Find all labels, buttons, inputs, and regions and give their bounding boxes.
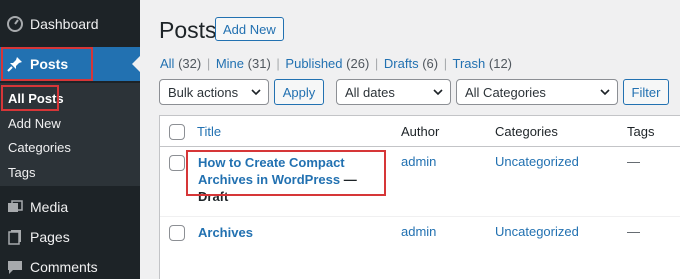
post-title-line: How to Create Compact (198, 155, 345, 170)
pages-icon (0, 229, 30, 245)
submenu-tags[interactable]: Tags (8, 165, 35, 180)
post-title-link[interactable]: How to Create Compact Archives in WordPr… (198, 154, 388, 205)
submenu-categories[interactable]: Categories (8, 140, 71, 155)
dashboard-icon (0, 16, 30, 32)
column-categories: Categories (495, 124, 558, 139)
submenu-all-posts[interactable]: All Posts (8, 91, 64, 106)
sidebar-item-label: Posts (30, 56, 69, 72)
author-link[interactable]: admin (401, 224, 436, 239)
sidebar-item-posts[interactable]: Posts (0, 47, 140, 81)
apply-button[interactable]: Apply (274, 79, 324, 105)
posts-table: Title Author Categories Tags How to Crea… (159, 115, 680, 279)
posts-submenu: All Posts Add New Categories Tags (0, 83, 140, 186)
row-checkbox[interactable] (169, 155, 185, 171)
tags-empty: — (627, 154, 640, 169)
sidebar-item-media[interactable]: Media (0, 190, 140, 224)
sidebar-item-comments[interactable]: Comments (0, 250, 140, 279)
category-link[interactable]: Uncategorized (495, 154, 579, 169)
separator: | (374, 56, 379, 71)
admin-sidebar: Dashboard Posts All Posts Add New Catego… (0, 0, 140, 279)
categories-value: All Categories (465, 84, 546, 100)
row-checkbox[interactable] (169, 225, 185, 241)
dates-select[interactable]: All dates (336, 79, 451, 105)
main-content: Posts Add New All (32) | Mine (31) | Pub… (140, 0, 680, 279)
media-icon (0, 199, 30, 215)
separator: | (443, 56, 448, 71)
chevron-down-icon (251, 89, 261, 96)
dates-value: All dates (345, 84, 395, 100)
post-title-link[interactable]: Archives (198, 224, 253, 241)
table-row-title: How to Create Compact Archives in WordPr… (198, 154, 388, 205)
column-tags: Tags (627, 124, 655, 139)
filter-all[interactable]: All (160, 56, 174, 71)
separator: | (206, 56, 211, 71)
filter-button[interactable]: Filter (623, 79, 669, 105)
sidebar-item-label: Pages (30, 229, 70, 245)
filter-trash[interactable]: Trash (453, 56, 486, 71)
filter-published[interactable]: Published (285, 56, 342, 71)
select-all-checkbox[interactable] (169, 124, 185, 140)
comment-bubble-icon (0, 259, 30, 275)
sidebar-item-dashboard[interactable]: Dashboard (0, 7, 140, 41)
row-divider (160, 216, 680, 217)
filter-drafts[interactable]: Drafts (384, 56, 419, 71)
submenu-add-new[interactable]: Add New (8, 116, 61, 131)
bulk-actions-value: Bulk actions (168, 84, 239, 100)
category-link[interactable]: Uncategorized (495, 224, 579, 239)
chevron-down-icon (433, 89, 443, 96)
page-title: Posts (159, 17, 217, 43)
filter-mine-count: (31) (247, 56, 271, 71)
author-link[interactable]: admin (401, 154, 436, 169)
categories-select[interactable]: All Categories (456, 79, 618, 105)
sidebar-item-label: Media (30, 199, 69, 215)
post-status-filters: All (32) | Mine (31) | Published (26) | … (160, 56, 512, 71)
pushpin-icon (0, 56, 30, 72)
add-new-button[interactable]: Add New (215, 17, 284, 41)
filter-drafts-count: (6) (422, 56, 439, 71)
current-menu-arrow (132, 56, 140, 72)
sidebar-item-pages[interactable]: Pages (0, 220, 140, 254)
column-author: Author (401, 124, 440, 139)
filter-published-count: (26) (346, 56, 370, 71)
tags-empty: — (627, 224, 640, 239)
column-title[interactable]: Title (197, 124, 221, 139)
post-title-line: Archives in WordPress (198, 172, 341, 187)
separator: | (276, 56, 280, 71)
header-divider (160, 146, 680, 147)
chevron-down-icon (600, 89, 610, 96)
sidebar-item-label: Comments (30, 259, 98, 275)
filter-trash-count: (12) (488, 56, 513, 71)
sidebar-item-label: Dashboard (30, 16, 99, 32)
filter-mine[interactable]: Mine (216, 56, 244, 71)
filter-all-count: (32) (178, 56, 202, 71)
bulk-actions-select[interactable]: Bulk actions (159, 79, 269, 105)
